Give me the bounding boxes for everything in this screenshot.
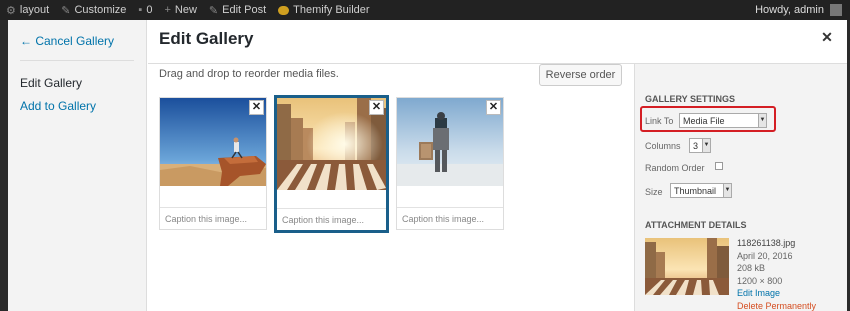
columns-value: 3 xyxy=(693,141,699,151)
admin-bar-themify-builder[interactable]: Themify Builder xyxy=(272,0,375,20)
wordpress-icon: ⚙ xyxy=(6,4,16,17)
cancel-gallery-link[interactable]: ← Cancel Gallery xyxy=(20,34,114,48)
attachment-filename: 118261138.jpg xyxy=(737,238,796,248)
size-value: Thumbnail xyxy=(674,186,717,196)
gallery-settings-heading: Gallery Settings xyxy=(645,94,736,104)
admin-bar-customize-label: Customize xyxy=(74,4,127,16)
size-label: Size xyxy=(645,187,663,197)
admin-bar-edit-post-label: Edit Post xyxy=(222,4,267,16)
menu-item-edit-gallery[interactable]: Edit Gallery xyxy=(20,76,82,90)
attachment-dimensions: 1200 × 800 xyxy=(737,276,783,286)
link-to-value: Media File xyxy=(683,116,725,126)
chevron-down-icon: ▼ xyxy=(702,139,710,152)
builder-icon xyxy=(278,5,290,15)
close-icon[interactable]: ✕ xyxy=(819,29,835,47)
pencil-icon: ✎ xyxy=(208,4,219,17)
attachment-details-heading: Attachment Details xyxy=(645,220,747,230)
edit-image-link[interactable]: Edit Image xyxy=(737,288,780,298)
menu-item-add-to-gallery[interactable]: Add to Gallery xyxy=(20,99,96,113)
caption-input[interactable]: Caption this image... xyxy=(397,207,503,229)
plus-icon: + xyxy=(164,4,171,16)
media-modal: ← Cancel Gallery Edit Gallery Add to Gal… xyxy=(8,20,847,311)
admin-bar: ⚙ layout ✎ Customize ▪ 0 + New ✎ Edit Po… xyxy=(0,0,850,20)
remove-attachment-icon[interactable]: ✕ xyxy=(369,100,384,115)
modal-title: Edit Gallery xyxy=(159,29,254,48)
link-to-label: Link To xyxy=(645,116,674,126)
size-select[interactable]: Thumbnail ▼ xyxy=(670,183,732,198)
delete-permanently-link[interactable]: Delete Permanently xyxy=(737,301,816,311)
admin-bar-themify-label: Themify Builder xyxy=(293,4,370,16)
remove-attachment-icon[interactable]: ✕ xyxy=(249,100,264,115)
gallery-sidebar: Gallery Settings Link To Media File ▼ Co… xyxy=(634,64,847,311)
admin-bar-account[interactable]: Howdy, admin xyxy=(755,4,850,16)
gallery-attachment-selected[interactable]: Caption this image... ✕ xyxy=(274,95,389,233)
brush-icon: ✎ xyxy=(61,4,71,17)
gallery-attachment[interactable]: Caption this image... ✕ xyxy=(396,97,504,230)
media-menu: ← Cancel Gallery Edit Gallery Add to Gal… xyxy=(8,20,147,311)
random-order-label: Random Order xyxy=(645,163,705,173)
random-order-checkbox[interactable] xyxy=(715,162,723,170)
gallery-attachment[interactable]: Caption this image... ✕ xyxy=(159,97,267,230)
chevron-down-icon: ▼ xyxy=(758,114,766,127)
caption-input[interactable]: Caption this image... xyxy=(160,207,266,229)
city-crosswalk-thumb-image xyxy=(645,238,729,295)
columns-label: Columns xyxy=(645,141,681,151)
admin-greeting: Howdy, admin xyxy=(755,4,824,16)
menu-separator xyxy=(20,60,134,61)
reverse-order-button[interactable]: Reverse order xyxy=(539,64,622,86)
caption-input[interactable]: Caption this image... xyxy=(277,208,386,230)
attachment-date: April 20, 2016 xyxy=(737,251,793,261)
attachment-filesize: 208 kB xyxy=(737,263,766,273)
comment-icon: ▪ xyxy=(138,4,143,16)
admin-bar-edit-post[interactable]: ✎ Edit Post xyxy=(203,0,272,20)
attachment-details-thumbnail xyxy=(645,238,729,295)
columns-select[interactable]: 3 ▼ xyxy=(689,138,711,153)
instructions-text: Drag and drop to reorder media files. xyxy=(159,68,339,80)
admin-bar-comments[interactable]: ▪ 0 xyxy=(132,0,158,20)
link-to-select[interactable]: Media File ▼ xyxy=(679,113,767,128)
chevron-down-icon: ▼ xyxy=(723,184,731,197)
admin-bar-new-label: New xyxy=(174,4,197,16)
admin-bar-customize[interactable]: ✎ Customize xyxy=(55,0,132,20)
admin-bar-site-label: layout xyxy=(19,4,50,16)
admin-bar-site[interactable]: ⚙ layout xyxy=(0,0,55,20)
remove-attachment-icon[interactable]: ✕ xyxy=(486,100,501,115)
admin-bar-new[interactable]: + New xyxy=(158,0,202,20)
admin-bar-comments-count: 0 xyxy=(146,4,153,16)
avatar xyxy=(830,4,842,16)
